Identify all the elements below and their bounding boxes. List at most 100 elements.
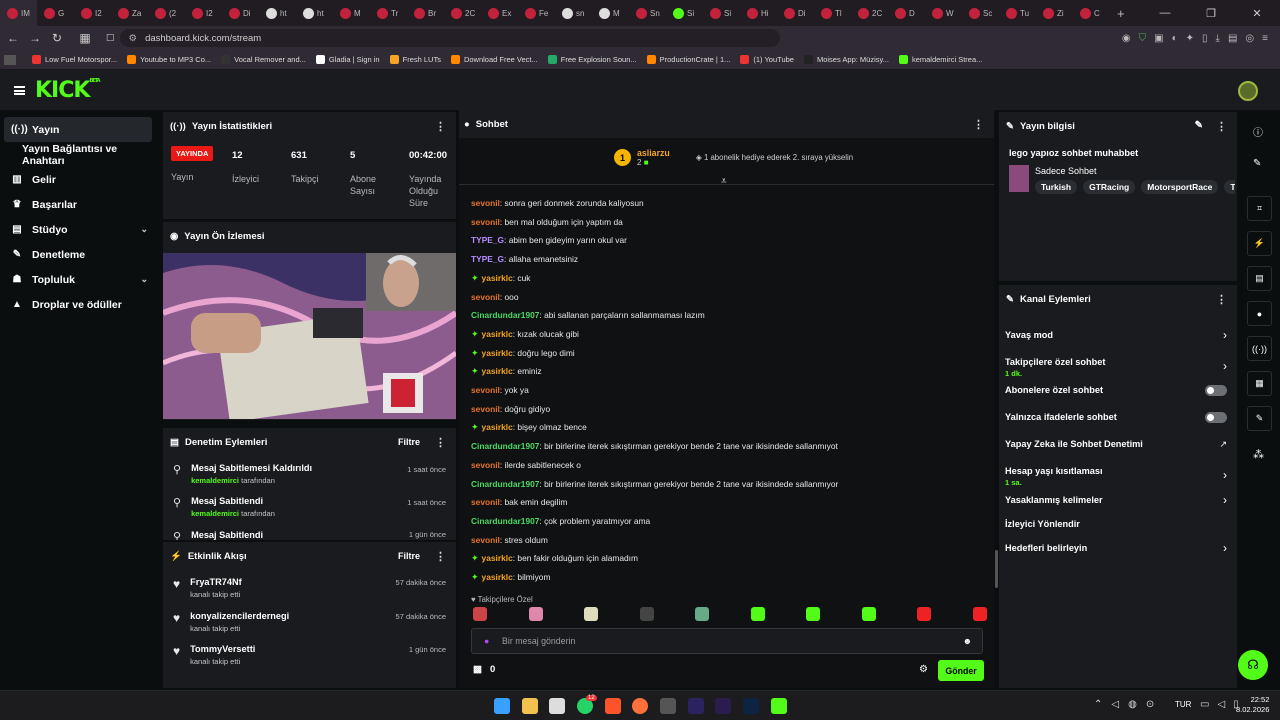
kick-logo[interactable]: KICKBETA bbox=[35, 78, 101, 103]
browser-tab[interactable]: W bbox=[925, 0, 962, 26]
premiere-icon[interactable] bbox=[715, 698, 731, 714]
browser-tab[interactable]: 2C bbox=[444, 0, 481, 26]
info-icon[interactable]: ⓘ bbox=[1253, 124, 1263, 139]
emote[interactable] bbox=[917, 607, 931, 621]
toggle-switch[interactable] bbox=[1205, 385, 1227, 396]
menu-icon[interactable]: ≡ bbox=[1262, 33, 1268, 44]
emote[interactable] bbox=[528, 607, 543, 621]
chat-username[interactable]: sevonil bbox=[471, 292, 500, 302]
apps-icon[interactable]: ▦ bbox=[76, 31, 94, 45]
browser-tab[interactable]: ht bbox=[296, 0, 333, 26]
language-indicator[interactable]: TUR bbox=[1175, 700, 1191, 709]
volume-icon[interactable]: ◁ bbox=[1217, 699, 1225, 710]
browser-tab[interactable]: Di bbox=[777, 0, 814, 26]
chat-username[interactable]: yasirklc bbox=[482, 348, 513, 358]
browser-tab[interactable]: Br bbox=[407, 0, 444, 26]
mic-icon[interactable]: ● bbox=[484, 636, 489, 646]
chat-username[interactable]: sevonil bbox=[471, 198, 500, 208]
browser-tab[interactable]: Di bbox=[222, 0, 259, 26]
apps-icon[interactable]: ⁂ bbox=[1253, 448, 1264, 461]
chat-username[interactable]: sevonil bbox=[471, 460, 500, 470]
bookmarks-folder-icon[interactable] bbox=[4, 54, 16, 65]
emote[interactable] bbox=[972, 607, 987, 621]
browser-tab[interactable]: M bbox=[592, 0, 629, 26]
chat-username[interactable]: TYPE_G bbox=[471, 254, 504, 264]
document-icon[interactable]: ▤ bbox=[1247, 266, 1272, 291]
browser-tab[interactable]: Hi bbox=[740, 0, 777, 26]
maximize-icon[interactable]: ❐ bbox=[1188, 7, 1234, 20]
emote[interactable] bbox=[806, 607, 820, 621]
external-link-icon[interactable]: ↗ bbox=[1219, 439, 1227, 450]
browser-tab[interactable]: Si bbox=[703, 0, 740, 26]
chevron-right-icon[interactable]: › bbox=[1223, 359, 1227, 373]
sidebar-item-denetleme[interactable]: ✎ Denetleme bbox=[0, 242, 160, 267]
channel-action-item[interactable]: Yalnızca ifadelerle sohbet bbox=[1005, 412, 1230, 422]
sidebar-item-studyo[interactable]: ▤ Stüdyo ⌄ bbox=[0, 217, 160, 242]
chat-icon[interactable]: ● bbox=[1247, 301, 1272, 326]
category-name[interactable]: Sadece Sohbet bbox=[1035, 166, 1097, 176]
chevron-right-icon[interactable]: › bbox=[1223, 328, 1227, 342]
start-icon[interactable] bbox=[494, 698, 510, 714]
browser-tab[interactable]: Tu bbox=[999, 0, 1036, 26]
reload-icon[interactable]: ↻ bbox=[48, 31, 66, 45]
file-explorer-icon[interactable] bbox=[522, 698, 538, 714]
firefox-icon[interactable] bbox=[632, 698, 648, 714]
hamburger-menu-icon[interactable] bbox=[14, 85, 25, 95]
browser-tab[interactable]: M bbox=[333, 0, 370, 26]
bolt-icon[interactable]: ⚡ bbox=[1247, 231, 1272, 256]
browser-tab[interactable]: G bbox=[37, 0, 74, 26]
emote[interactable] bbox=[695, 607, 709, 621]
channel-action-item[interactable]: Yapay Zeka ile Sohbet Denetimi bbox=[1005, 439, 1230, 449]
scrollbar[interactable] bbox=[995, 550, 998, 588]
chat-username[interactable]: yasirklc bbox=[482, 366, 513, 376]
chat-username[interactable]: sevonil bbox=[471, 404, 500, 414]
more-options-icon[interactable]: ⋮ bbox=[973, 118, 984, 131]
sidebar-icon[interactable]: ▯ bbox=[1202, 33, 1208, 44]
browser-tab[interactable]: 2C bbox=[851, 0, 888, 26]
obs-icon[interactable] bbox=[660, 698, 676, 714]
filter-button[interactable]: Filtre bbox=[398, 551, 420, 561]
emote[interactable] bbox=[861, 607, 876, 621]
bookmark-item[interactable]: Youtube to MP3 Co... bbox=[127, 55, 211, 64]
browser-tab[interactable]: C bbox=[1073, 0, 1110, 26]
bookmark-item[interactable]: Low Fuel Motorspor... bbox=[32, 55, 117, 64]
chat-username[interactable]: sevonil bbox=[471, 217, 500, 227]
support-icon[interactable]: ☊ bbox=[1238, 650, 1268, 680]
shield-icon[interactable]: ⛉ bbox=[1139, 33, 1147, 44]
chat-username[interactable]: Cinardundar1907 bbox=[471, 310, 539, 320]
tag[interactable]: T bbox=[1224, 180, 1235, 194]
pinned-gifter[interactable]: 1 asliarzu 2 ■ ◈ 1 abonelik hediye ederek… bbox=[614, 148, 853, 167]
browser-tab[interactable]: I2 bbox=[74, 0, 111, 26]
browser-tab[interactable]: Sn bbox=[629, 0, 666, 26]
channel-action-item[interactable]: İzleyici Yönlendir bbox=[1005, 519, 1230, 529]
filter-button[interactable]: Filtre bbox=[398, 437, 420, 447]
browser-tab[interactable]: IM bbox=[0, 0, 37, 26]
more-options-icon[interactable]: ⋮ bbox=[1216, 120, 1227, 133]
bookmark-item[interactable]: Gladia | Sign in bbox=[315, 55, 380, 64]
more-options-icon[interactable]: ⋮ bbox=[435, 550, 446, 563]
close-icon[interactable]: ✕ bbox=[1234, 7, 1280, 20]
chat-input[interactable]: ● Bir mesaj gönderin ☻ bbox=[471, 628, 983, 654]
wrench-icon[interactable]: ✎ bbox=[1247, 406, 1272, 431]
screenshot-icon[interactable]: ⌗ bbox=[1247, 196, 1272, 221]
kick-app-icon[interactable] bbox=[771, 698, 787, 714]
collapse-pinned-icon[interactable]: ⩡ bbox=[721, 176, 727, 187]
tag[interactable]: MotorsportRace bbox=[1141, 180, 1219, 194]
minimize-icon[interactable]: — bbox=[1142, 7, 1188, 19]
back-icon[interactable]: ← bbox=[4, 31, 22, 45]
browser-tab[interactable]: D bbox=[888, 0, 925, 26]
url-field[interactable]: ☐ ⚙ dashboard.kick.com/stream bbox=[106, 29, 780, 47]
more-options-icon[interactable]: ⋮ bbox=[435, 120, 446, 133]
send-button[interactable]: Gönder bbox=[938, 660, 984, 681]
app-icon[interactable] bbox=[549, 698, 565, 714]
channel-points[interactable]: ▩ 0 bbox=[473, 664, 495, 675]
channel-action-item[interactable]: Hesap yaşı kısıtlaması 1 sa. bbox=[1005, 466, 1230, 487]
mic-icon[interactable]: ⊙ bbox=[1146, 699, 1154, 710]
chat-username[interactable]: yasirklc bbox=[482, 273, 513, 283]
bookmark-item[interactable]: Moises App: Müzisy... bbox=[803, 55, 889, 64]
tag[interactable]: Turkish bbox=[1035, 180, 1078, 194]
browser-tab[interactable]: ht bbox=[259, 0, 296, 26]
bookmark-item[interactable]: ProductionCrate | 1... bbox=[646, 55, 730, 64]
browser-tab[interactable]: Tr bbox=[370, 0, 407, 26]
sidebar-item-gelir[interactable]: ▥ Gelir bbox=[0, 167, 160, 192]
